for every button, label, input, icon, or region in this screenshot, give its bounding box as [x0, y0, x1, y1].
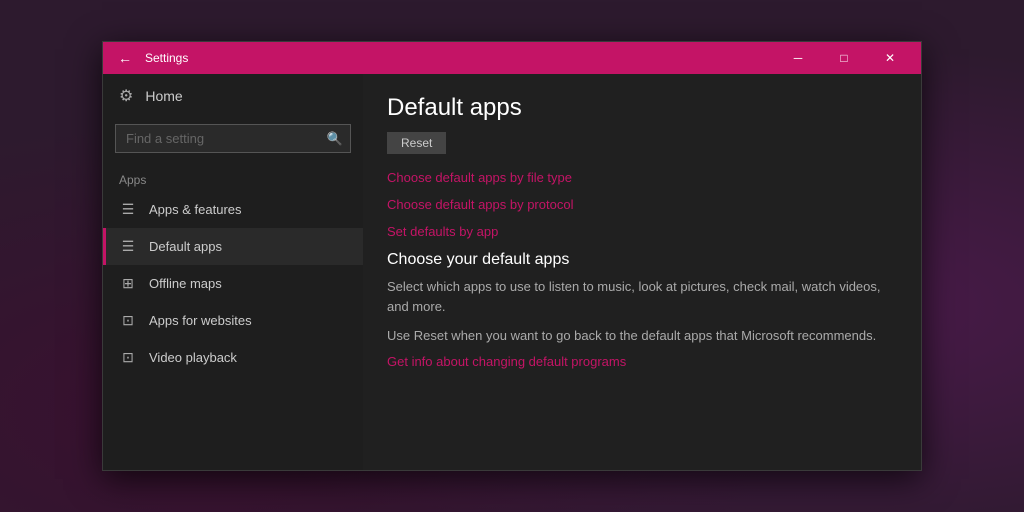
home-label: Home — [145, 88, 182, 104]
apps-features-label: Apps & features — [149, 202, 242, 217]
apps-section-label: Apps — [103, 165, 363, 191]
apps-features-icon: ☰ — [119, 201, 137, 218]
reset-description-text: Use Reset when you want to go back to th… — [387, 326, 897, 346]
back-icon: ← — [118, 50, 132, 66]
info-link[interactable]: Get info about changing default programs — [387, 354, 897, 369]
offline-maps-icon: ⊞ — [119, 275, 137, 292]
default-apps-label: Default apps — [149, 239, 222, 254]
home-icon: ⚙ — [119, 86, 133, 106]
offline-maps-label: Offline maps — [149, 276, 222, 291]
window-title: Settings — [145, 51, 775, 65]
content-area: ⚙ Home 🔍 Apps ☰ Apps & features ☰ Defaul… — [103, 74, 921, 470]
sidebar: ⚙ Home 🔍 Apps ☰ Apps & features ☰ Defaul… — [103, 74, 363, 470]
close-button[interactable]: ✕ — [867, 42, 913, 74]
search-icon: 🔍 — [327, 131, 343, 147]
apps-websites-label: Apps for websites — [149, 313, 252, 328]
title-bar: ← Settings ─ □ ✕ — [103, 42, 921, 74]
search-input[interactable] — [115, 124, 351, 153]
default-apps-icon: ☰ — [119, 238, 137, 255]
apps-websites-icon: ⊡ — [119, 312, 137, 329]
search-box: 🔍 — [115, 124, 351, 153]
video-playback-icon: ⊡ — [119, 349, 137, 366]
sidebar-item-apps-websites[interactable]: ⊡ Apps for websites — [103, 302, 363, 339]
maximize-icon: □ — [840, 51, 847, 65]
sidebar-item-home[interactable]: ⚙ Home — [103, 74, 363, 118]
sidebar-item-offline-maps[interactable]: ⊞ Offline maps — [103, 265, 363, 302]
window-controls: ─ □ ✕ — [775, 42, 913, 74]
video-playback-label: Video playback — [149, 350, 237, 365]
sidebar-item-apps-features[interactable]: ☰ Apps & features — [103, 191, 363, 228]
reset-button[interactable]: Reset — [387, 132, 446, 154]
choose-defaults-title: Choose your default apps — [387, 251, 897, 269]
back-button[interactable]: ← — [111, 44, 139, 72]
main-panel: Default apps Reset Choose default apps b… — [363, 74, 921, 470]
minimize-button[interactable]: ─ — [775, 42, 821, 74]
close-icon: ✕ — [885, 51, 895, 65]
sidebar-item-video-playback[interactable]: ⊡ Video playback — [103, 339, 363, 376]
link-file-type[interactable]: Choose default apps by file type — [387, 170, 897, 185]
sidebar-item-default-apps[interactable]: ☰ Default apps — [103, 228, 363, 265]
description-text: Select which apps to use to listen to mu… — [387, 277, 897, 316]
link-protocol[interactable]: Choose default apps by protocol — [387, 197, 897, 212]
maximize-button[interactable]: □ — [821, 42, 867, 74]
link-defaults-by-app[interactable]: Set defaults by app — [387, 224, 897, 239]
page-title: Default apps — [387, 94, 897, 122]
minimize-icon: ─ — [794, 51, 803, 65]
settings-window: ← Settings ─ □ ✕ ⚙ Home 🔍 — [102, 41, 922, 471]
